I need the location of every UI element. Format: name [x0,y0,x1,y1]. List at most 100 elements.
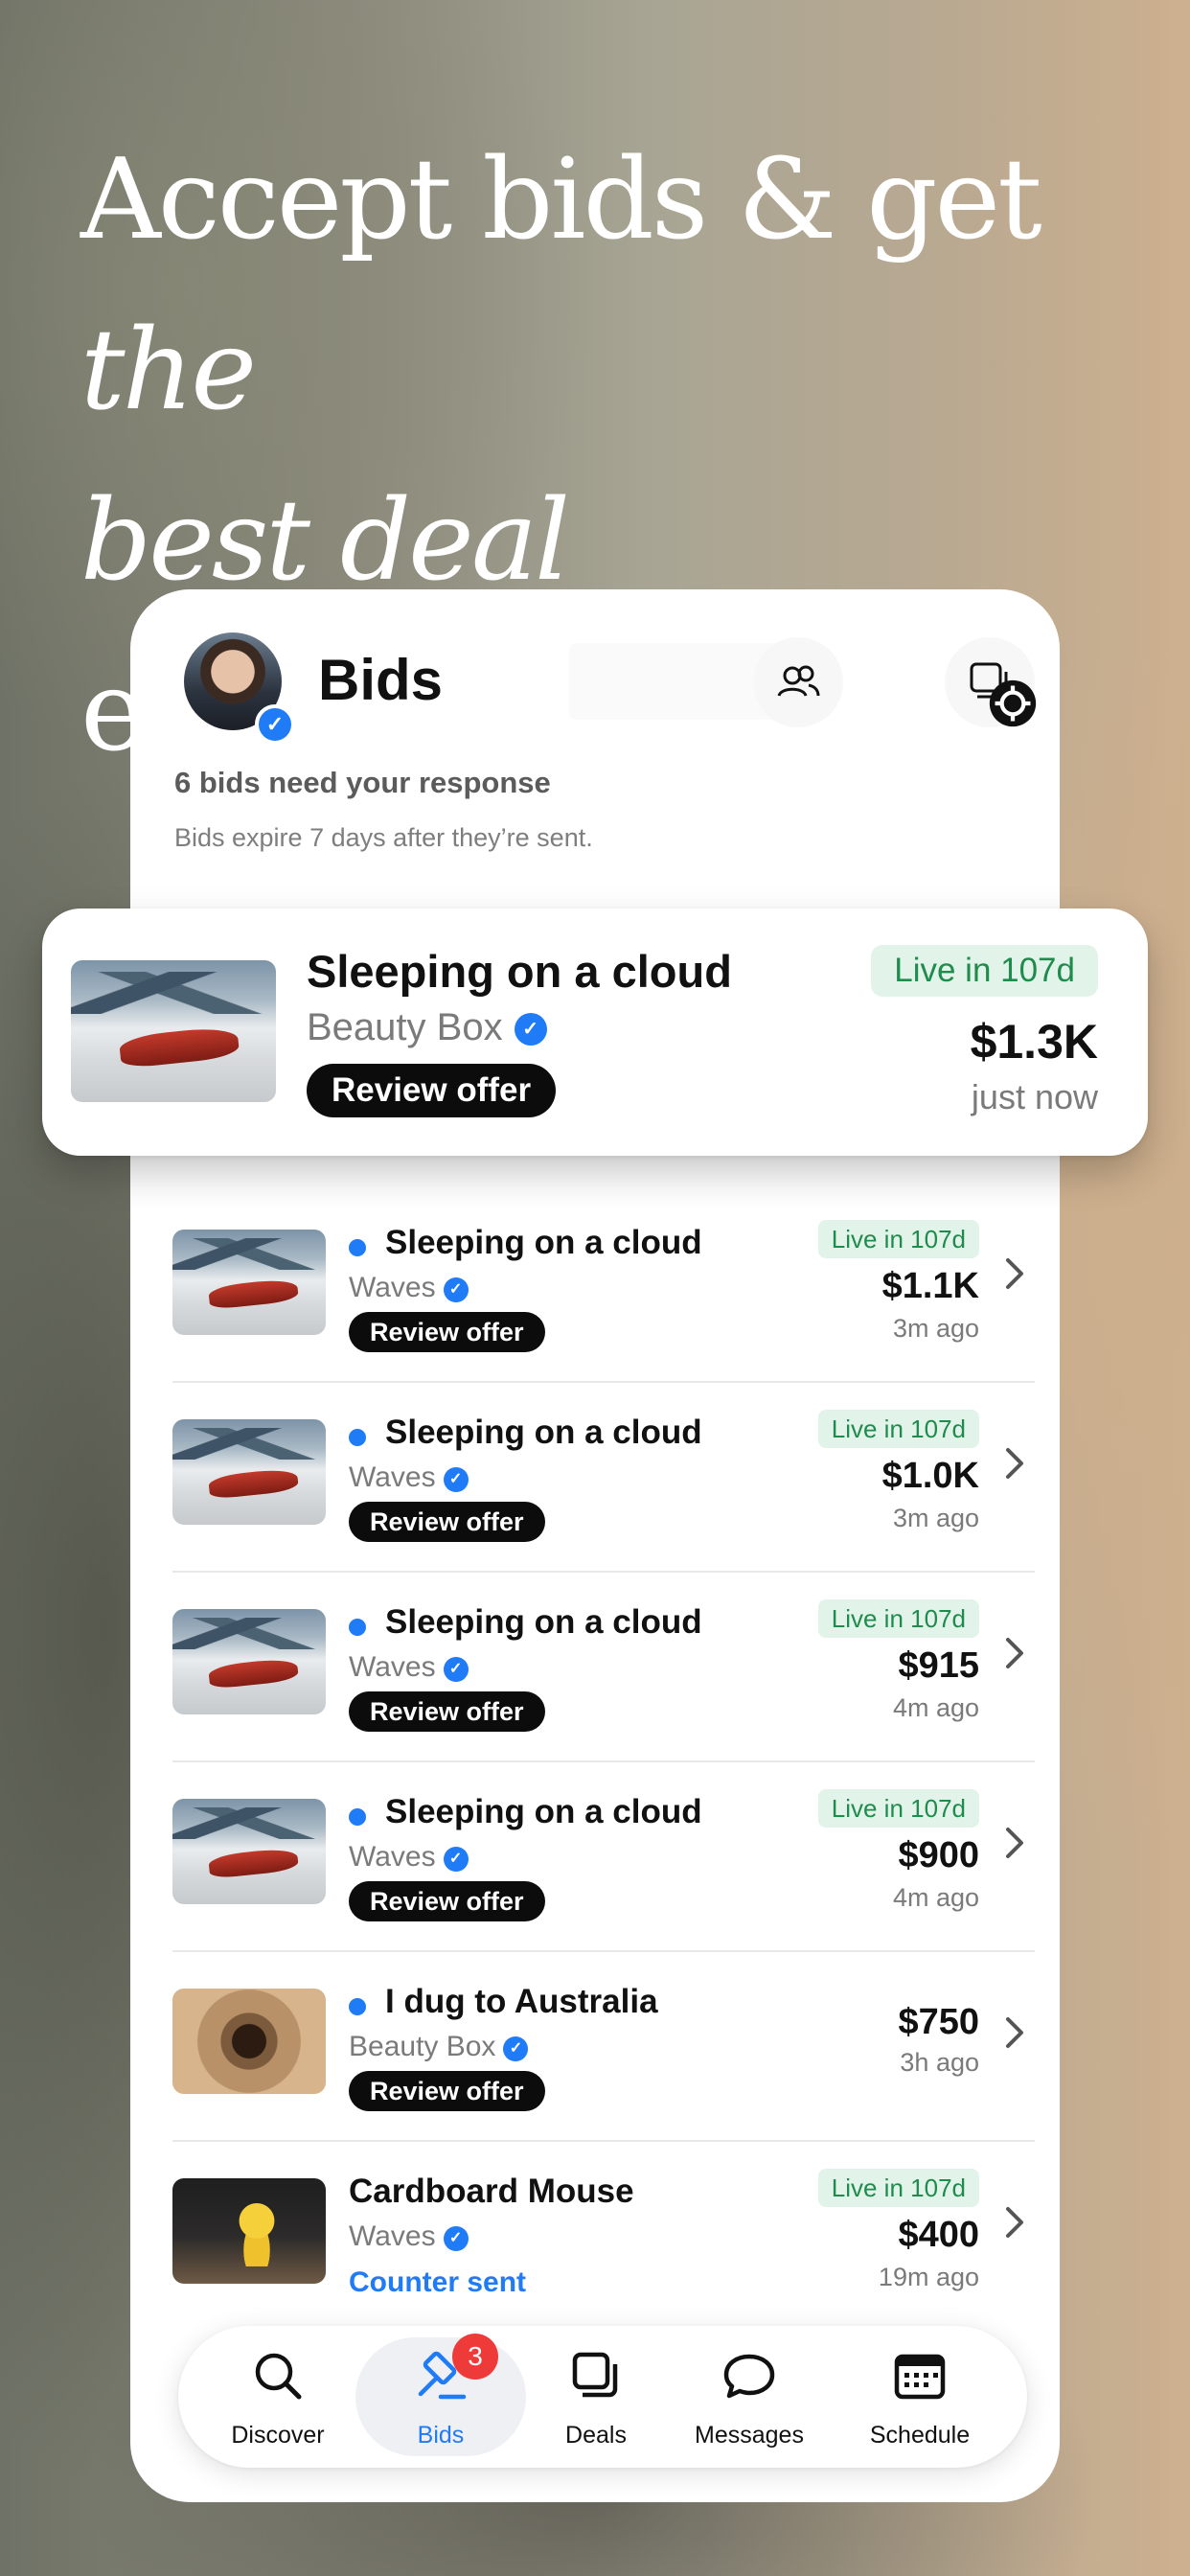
bid-time: 19m ago [878,2263,979,2291]
bid-price: $1.1K [881,1266,979,1306]
bid-brand: Waves ✓ [349,1461,469,1494]
list-item[interactable]: Sleeping on a cloud Waves ✓ Review offer … [172,1193,1035,1383]
bid-brand: Waves ✓ [349,1272,469,1304]
chevron-right-icon [1006,1828,1023,1858]
unread-dot-icon [349,1808,366,1826]
thumbnail-image [172,2178,326,2284]
tab-schedule[interactable]: Schedule [835,2326,1004,2468]
chat-bubble-icon [723,2354,775,2399]
bid-price: $915 [898,1645,979,1686]
bid-price: $400 [898,2215,979,2255]
chevron-right-icon [1006,1258,1023,1289]
tab-label: Discover [231,2422,325,2449]
verified-check-icon: ✓ [443,1467,469,1492]
verified-check-icon: ✓ [255,704,295,745]
tab-bids[interactable]: 3 Bids [356,2326,525,2468]
bid-title: Sleeping on a cloud [385,1603,702,1641]
bid-time: just now [971,1077,1098,1116]
thumbnail-image [172,1609,326,1714]
bid-brand: Waves ✓ [349,2220,469,2253]
search-icon [255,2353,302,2400]
list-item[interactable]: Sleeping on a cloud Waves ✓ Review offer … [172,1762,1035,1952]
bid-title: Sleeping on a cloud [385,1224,702,1261]
review-offer-button[interactable]: Review offer [349,1312,545,1352]
status-badge: Live in 107d [817,1789,979,1828]
featured-bid-card[interactable]: Sleeping on a cloud Beauty Box ✓ Review o… [42,908,1148,1156]
tab-messages[interactable]: Messages [665,2326,834,2468]
bid-price: $900 [898,1835,979,1875]
bid-title: Sleeping on a cloud [307,946,732,997]
tab-deals[interactable]: Deals [512,2326,680,2468]
list-item[interactable]: Sleeping on a cloud Waves ✓ Review offer … [172,1383,1035,1573]
bid-price: $750 [898,2002,979,2042]
phone-screen: ✓ Bids 6 bids need your response Bids ex… [130,589,1060,2502]
list-item[interactable]: Sleeping on a cloud Waves ✓ Review offer … [172,1573,1035,1762]
chevron-right-icon [1006,2017,1023,2048]
tab-label: Bids [417,2422,465,2449]
status-badge: Live in 107d [871,945,1098,997]
chevron-right-icon [1006,2207,1023,2238]
bid-brand: Beauty Box ✓ [349,2031,529,2063]
page-title: Bids [318,648,444,712]
pending-count-text: 6 bids need your response [174,766,551,799]
tab-discover[interactable]: Discover [194,2326,362,2468]
verified-check-icon: ✓ [514,1013,547,1046]
list-item[interactable]: Cardboard Mouse Waves ✓ Counter sent Live… [172,2142,1035,2332]
status-badge: Live in 107d [817,1599,979,1638]
bid-time: 3m ago [892,1314,979,1343]
tab-label: Schedule [869,2422,971,2449]
bid-time: 4m ago [892,1693,979,1722]
tab-label: Deals [565,2422,627,2449]
notification-badge: 3 [452,2334,498,2380]
bid-brand: Waves ✓ [349,1651,469,1684]
bid-title: Sleeping on a cloud [385,1793,702,1830]
headline-line1-italic: the [80,306,257,435]
bottom-tab-bar: Discover 3 Bids Deals Messages Schedule [178,2326,1027,2468]
review-offer-button[interactable]: Review offer [349,1691,545,1732]
unread-dot-icon [349,1998,366,2015]
bid-title: Sleeping on a cloud [385,1414,702,1451]
headline-line1-regular: Accept bids & get [80,135,1042,264]
deals-settings-button[interactable] [945,637,1037,727]
bid-price: $1.0K [881,1456,979,1496]
verified-check-icon: ✓ [443,1657,469,1682]
bid-time: 3m ago [892,1504,979,1532]
bids-header: ✓ Bids [130,589,1060,762]
review-offer-button[interactable]: Review offer [349,1502,545,1542]
counter-sent-status: Counter sent [349,2266,527,2298]
unread-dot-icon [349,1619,366,1636]
gear-icon [989,679,1037,727]
bid-price: $1.3K [970,1015,1098,1069]
list-item[interactable]: I dug to Australia Beauty Box ✓ Review of… [172,1952,1035,2142]
thumbnail-image [172,1419,326,1525]
unread-dot-icon [349,1239,366,1256]
verified-check-icon: ✓ [443,2226,469,2251]
bid-time: 3h ago [900,2048,979,2077]
thumbnail-image [172,1799,326,1904]
status-badge: Live in 107d [817,1410,979,1448]
bid-title: Cardboard Mouse [349,2173,634,2210]
tab-label: Messages [695,2422,804,2449]
status-badge: Live in 107d [817,2169,979,2207]
thumbnail-image [172,1230,326,1335]
review-offer-button[interactable]: Review offer [349,2071,545,2111]
calendar-icon [894,2354,946,2400]
bid-title: I dug to Australia [385,1983,658,2020]
people-button[interactable] [753,637,843,727]
review-offer-button[interactable]: Review offer [349,1881,545,1921]
cards-icon [572,2352,618,2398]
thumbnail-image [172,1989,326,2094]
bid-time: 4m ago [892,1883,979,1912]
review-offer-button[interactable]: Review offer [307,1064,557,1117]
status-badge: Live in 107d [817,1220,979,1258]
thumbnail-image [71,960,276,1102]
bid-brand: Beauty Box ✓ [307,1006,547,1049]
verified-check-icon: ✓ [443,1277,469,1302]
chevron-right-icon [1006,1638,1023,1668]
verified-check-icon: ✓ [503,2036,529,2061]
verified-check-icon: ✓ [443,1847,469,1872]
chevron-right-icon [1006,1448,1023,1479]
people-icon [777,665,820,697]
unread-dot-icon [349,1429,366,1446]
bid-brand: Waves ✓ [349,1841,469,1874]
